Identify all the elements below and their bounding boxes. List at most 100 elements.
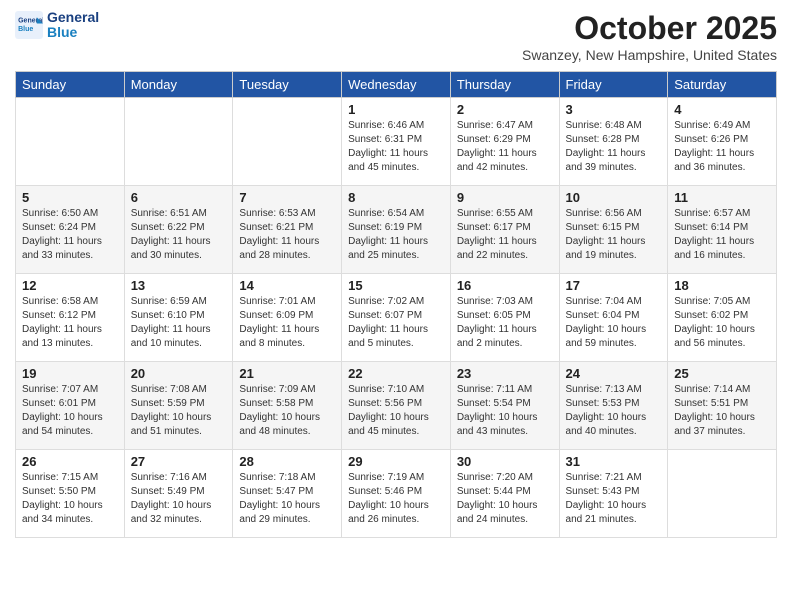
day-number: 23 <box>457 366 553 381</box>
calendar-cell <box>233 98 342 186</box>
day-info: Sunrise: 7:08 AMSunset: 5:59 PMDaylight:… <box>131 383 227 439</box>
calendar-cell: 14Sunrise: 7:01 AMSunset: 6:09 PMDayligh… <box>233 274 342 362</box>
week-row-2: 5 Sunrise: 6:50 AMSunset: 6:24 PMDaylight… <box>16 186 777 274</box>
day-info: Sunrise: 7:18 AMSunset: 5:47 PMDaylight:… <box>239 471 335 527</box>
day-number: 3 <box>566 102 662 117</box>
day-info: Sunrise: 7:13 AMSunset: 5:53 PMDaylight:… <box>566 383 662 439</box>
calendar-cell: 4Sunrise: 6:49 AMSunset: 6:26 PMDaylight… <box>668 98 777 186</box>
day-info: Sunrise: 7:03 AMSunset: 6:05 PMDaylight:… <box>457 295 553 351</box>
calendar-cell: 2Sunrise: 6:47 AMSunset: 6:29 PMDaylight… <box>450 98 559 186</box>
week-row-4: 19Sunrise: 7:07 AMSunset: 6:01 PMDayligh… <box>16 362 777 450</box>
calendar-cell: 22 Sunrise: 7:10 AMSunset: 5:56 PMDayligh… <box>342 362 451 450</box>
day-number: 24 <box>566 366 662 381</box>
day-info: Sunrise: 7:02 AMSunset: 6:07 PMDaylight:… <box>348 295 444 351</box>
logo-text-blue: Blue <box>47 25 99 40</box>
calendar-cell <box>16 98 125 186</box>
logo-icon: General Blue <box>15 11 43 39</box>
calendar-header-row: SundayMondayTuesdayWednesdayThursdayFrid… <box>16 72 777 98</box>
calendar-cell: 5 Sunrise: 6:50 AMSunset: 6:24 PMDaylight… <box>16 186 125 274</box>
day-info: Sunrise: 7:14 AMSunset: 5:51 PMDaylight:… <box>674 383 770 439</box>
calendar-cell: 20 Sunrise: 7:08 AMSunset: 5:59 PMDayligh… <box>124 362 233 450</box>
calendar-cell: 15 Sunrise: 7:02 AMSunset: 6:07 PMDayligh… <box>342 274 451 362</box>
day-number: 15 <box>348 278 444 293</box>
logo: General Blue General Blue <box>15 10 99 41</box>
day-number: 30 <box>457 454 553 469</box>
day-number: 2 <box>457 102 553 117</box>
day-header-tuesday: Tuesday <box>233 72 342 98</box>
day-info: Sunrise: 6:59 AMSunset: 6:10 PMDaylight:… <box>131 295 227 351</box>
calendar-cell: 26 Sunrise: 7:15 AMSunset: 5:50 PMDayligh… <box>16 450 125 538</box>
day-number: 10 <box>566 190 662 205</box>
calendar-cell: 13Sunrise: 6:59 AMSunset: 6:10 PMDayligh… <box>124 274 233 362</box>
calendar-cell: 8Sunrise: 6:54 AMSunset: 6:19 PMDaylight… <box>342 186 451 274</box>
calendar-cell: 19Sunrise: 7:07 AMSunset: 6:01 PMDayligh… <box>16 362 125 450</box>
header: General Blue General Blue October 2025 S… <box>15 10 777 63</box>
day-info: Sunrise: 7:21 AMSunset: 5:43 PMDaylight:… <box>566 471 662 527</box>
day-number: 7 <box>239 190 335 205</box>
calendar-cell: 31 Sunrise: 7:21 AMSunset: 5:43 PMDayligh… <box>559 450 668 538</box>
day-number: 22 <box>348 366 444 381</box>
day-info: Sunrise: 7:16 AMSunset: 5:49 PMDaylight:… <box>131 471 227 527</box>
day-info: Sunrise: 6:51 AMSunset: 6:22 PMDaylight:… <box>131 207 227 263</box>
day-header-wednesday: Wednesday <box>342 72 451 98</box>
day-info: Sunrise: 6:57 AMSunset: 6:14 PMDaylight:… <box>674 207 770 263</box>
day-header-sunday: Sunday <box>16 72 125 98</box>
calendar-cell: 12Sunrise: 6:58 AMSunset: 6:12 PMDayligh… <box>16 274 125 362</box>
calendar-cell: 1 Sunrise: 6:46 AMSunset: 6:31 PMDaylight… <box>342 98 451 186</box>
week-row-5: 26 Sunrise: 7:15 AMSunset: 5:50 PMDayligh… <box>16 450 777 538</box>
calendar-cell: 28 Sunrise: 7:18 AMSunset: 5:47 PMDayligh… <box>233 450 342 538</box>
day-header-thursday: Thursday <box>450 72 559 98</box>
day-info: Sunrise: 6:53 AMSunset: 6:21 PMDaylight:… <box>239 207 335 263</box>
day-number: 29 <box>348 454 444 469</box>
calendar-cell: 3 Sunrise: 6:48 AMSunset: 6:28 PMDaylight… <box>559 98 668 186</box>
day-info: Sunrise: 6:54 AMSunset: 6:19 PMDaylight:… <box>348 207 444 263</box>
day-info: Sunrise: 6:46 AMSunset: 6:31 PMDaylight:… <box>348 119 444 175</box>
day-info: Sunrise: 7:01 AMSunset: 6:09 PMDaylight:… <box>239 295 335 351</box>
day-info: Sunrise: 6:58 AMSunset: 6:12 PMDaylight:… <box>22 295 118 351</box>
calendar-cell: 10 Sunrise: 6:56 AMSunset: 6:15 PMDayligh… <box>559 186 668 274</box>
day-info: Sunrise: 7:15 AMSunset: 5:50 PMDaylight:… <box>22 471 118 527</box>
calendar-cell: 9 Sunrise: 6:55 AMSunset: 6:17 PMDaylight… <box>450 186 559 274</box>
day-number: 4 <box>674 102 770 117</box>
calendar-cell: 16 Sunrise: 7:03 AMSunset: 6:05 PMDayligh… <box>450 274 559 362</box>
day-info: Sunrise: 6:48 AMSunset: 6:28 PMDaylight:… <box>566 119 662 175</box>
day-number: 26 <box>22 454 118 469</box>
day-number: 21 <box>239 366 335 381</box>
week-row-3: 12Sunrise: 6:58 AMSunset: 6:12 PMDayligh… <box>16 274 777 362</box>
day-info: Sunrise: 6:56 AMSunset: 6:15 PMDaylight:… <box>566 207 662 263</box>
day-info: Sunrise: 7:04 AMSunset: 6:04 PMDaylight:… <box>566 295 662 351</box>
day-info: Sunrise: 7:05 AMSunset: 6:02 PMDaylight:… <box>674 295 770 351</box>
day-number: 16 <box>457 278 553 293</box>
calendar-cell: 17Sunrise: 7:04 AMSunset: 6:04 PMDayligh… <box>559 274 668 362</box>
page: General Blue General Blue October 2025 S… <box>0 0 792 612</box>
calendar-cell: 11 Sunrise: 6:57 AMSunset: 6:14 PMDayligh… <box>668 186 777 274</box>
day-info: Sunrise: 6:55 AMSunset: 6:17 PMDaylight:… <box>457 207 553 263</box>
day-number: 27 <box>131 454 227 469</box>
day-number: 18 <box>674 278 770 293</box>
calendar-table: SundayMondayTuesdayWednesdayThursdayFrid… <box>15 71 777 538</box>
title-block: October 2025 Swanzey, New Hampshire, Uni… <box>522 10 777 63</box>
location-title: Swanzey, New Hampshire, United States <box>522 47 777 63</box>
calendar-cell: 24 Sunrise: 7:13 AMSunset: 5:53 PMDayligh… <box>559 362 668 450</box>
day-number: 5 <box>22 190 118 205</box>
calendar-cell: 27 Sunrise: 7:16 AMSunset: 5:49 PMDayligh… <box>124 450 233 538</box>
day-number: 20 <box>131 366 227 381</box>
calendar-cell: 6Sunrise: 6:51 AMSunset: 6:22 PMDaylight… <box>124 186 233 274</box>
day-info: Sunrise: 7:09 AMSunset: 5:58 PMDaylight:… <box>239 383 335 439</box>
day-number: 11 <box>674 190 770 205</box>
day-info: Sunrise: 6:50 AMSunset: 6:24 PMDaylight:… <box>22 207 118 263</box>
day-number: 9 <box>457 190 553 205</box>
day-info: Sunrise: 7:11 AMSunset: 5:54 PMDaylight:… <box>457 383 553 439</box>
day-info: Sunrise: 7:10 AMSunset: 5:56 PMDaylight:… <box>348 383 444 439</box>
day-header-monday: Monday <box>124 72 233 98</box>
calendar-cell: 25Sunrise: 7:14 AMSunset: 5:51 PMDayligh… <box>668 362 777 450</box>
day-number: 31 <box>566 454 662 469</box>
day-number: 1 <box>348 102 444 117</box>
day-header-saturday: Saturday <box>668 72 777 98</box>
calendar-cell: 21 Sunrise: 7:09 AMSunset: 5:58 PMDayligh… <box>233 362 342 450</box>
calendar-cell: 18 Sunrise: 7:05 AMSunset: 6:02 PMDayligh… <box>668 274 777 362</box>
logo-text-general: General <box>47 10 99 25</box>
day-info: Sunrise: 7:07 AMSunset: 6:01 PMDaylight:… <box>22 383 118 439</box>
svg-text:Blue: Blue <box>18 27 33 34</box>
day-number: 28 <box>239 454 335 469</box>
